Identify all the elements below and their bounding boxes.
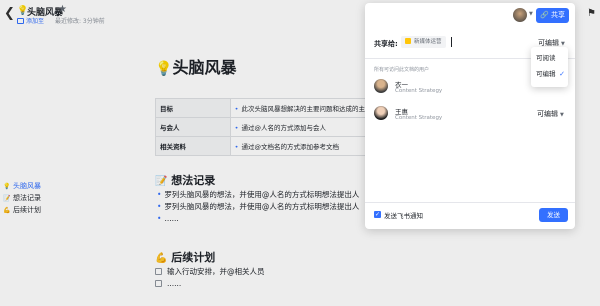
table-key[interactable]: 与会人 [155, 117, 231, 137]
lightbulb-icon: 💡 [155, 61, 173, 77]
avatar[interactable] [513, 8, 527, 22]
memo-icon: 📝 [155, 176, 168, 187]
bullet-icon: • [157, 214, 162, 223]
invitee-chip[interactable]: 新媒体运营 [401, 36, 446, 48]
bullet-icon: • [234, 143, 239, 151]
outline-item-brainstorm[interactable]: 💡 头脑风暴 [3, 180, 41, 192]
chevron-left-icon[interactable]: ❮ [4, 7, 15, 21]
list-item[interactable]: •...... [157, 213, 359, 225]
meta-table: 目标 • 此次头脑风暴想解决的主要问题和达成的主 与会人 • 通过@人名的方式添加与… [155, 98, 371, 156]
dropdown-option-edit[interactable]: 可编辑 ✓ [531, 66, 568, 82]
table-value[interactable]: • 通过@文档名的方式添加参考文档 [229, 136, 371, 156]
checkbox[interactable] [155, 280, 162, 287]
table-row: 相关资料 • 通过@文档名的方式添加参考文档 [155, 136, 371, 156]
bullet-icon: • [157, 190, 162, 199]
table-row: 与会人 • 通过@人名的方式添加与会人 [155, 117, 371, 137]
table-key[interactable]: 相关资料 [155, 136, 231, 156]
caret-down-icon[interactable]: ▼ [529, 11, 533, 17]
avatar [374, 79, 388, 93]
todo-item[interactable]: 输入行动安排，并@相关人员 [155, 266, 265, 278]
send-button[interactable]: 发送 [539, 208, 568, 222]
outline-item-ideas[interactable]: 📝 想法记录 [3, 192, 41, 204]
outline-item-label: 头脑风暴 [13, 182, 41, 190]
outline-item-label: 想法记录 [13, 194, 41, 202]
share-to-label: 共享给: [374, 40, 398, 48]
share-button[interactable]: 🔗 共享 [536, 8, 569, 23]
member-role: Content Strategy [395, 115, 443, 121]
bullet-icon: • [157, 202, 162, 211]
section-heading-ideas[interactable]: 📝 想法记录 [155, 172, 215, 188]
caret-down-icon: ▼ [560, 112, 564, 118]
avatar [374, 106, 388, 120]
section-heading-plan[interactable]: 💪 后续计划 [155, 249, 215, 265]
checkbox[interactable] [155, 268, 162, 275]
member-permission-select[interactable]: 可编辑 ▼ [537, 109, 564, 119]
outline-item-plan[interactable]: 💪 后续计划 [3, 204, 41, 216]
outline-item-label: 后续计划 [13, 206, 41, 214]
group-icon [405, 38, 411, 44]
muscle-icon: 💪 [3, 207, 11, 214]
todo-list: 输入行动安排，并@相关人员 ...... [155, 266, 265, 290]
member-role: Content Strategy [395, 88, 443, 94]
table-value[interactable]: • 通过@人名的方式添加与会人 [229, 117, 371, 137]
text-cursor [451, 37, 452, 47]
table-value[interactable]: • 此次头脑风暴想解决的主要问题和达成的主 [229, 98, 371, 118]
idea-list: • 罗列头脑风暴的想法，并使用@人名的方式标明想法提出人 • 罗列头脑风暴的想法，并… [157, 189, 359, 225]
muscle-icon: 💪 [155, 253, 168, 264]
notify-label: 发送飞书通知 [384, 212, 423, 220]
tag-icon [17, 18, 24, 24]
divider [365, 202, 575, 203]
link-icon: 🔗 [540, 11, 549, 19]
table-row: 目标 • 此次头脑风暴想解决的主要问题和达成的主 [155, 98, 371, 118]
add-to-link[interactable]: 添加至 [26, 16, 44, 25]
dropdown-option-read[interactable]: 可阅读 [531, 50, 568, 66]
share-panel: ▼ 🔗 共享 共享给: 新媒体运营 可编辑 ▼ 所有可访问此文档的用户 衣一 Co… [365, 3, 575, 229]
last-modified: 最近修改: 3分钟前 [55, 18, 105, 25]
star-icon[interactable]: ★ [58, 4, 67, 15]
bullet-icon: • [234, 124, 239, 132]
notify-checkbox[interactable]: ✓ [374, 211, 381, 218]
doc-outline: 💡 头脑风暴 📝 想法记录 💪 后续计划 [3, 180, 41, 216]
permission-dropdown: 可阅读 可编辑 ✓ [531, 47, 568, 87]
todo-item[interactable]: ...... [155, 278, 265, 290]
page-title[interactable]: 💡头脑风暴 [155, 54, 236, 78]
bullet-icon: • [234, 105, 239, 113]
trophy-icon[interactable]: ⚑ [587, 8, 596, 19]
table-key[interactable]: 目标 [155, 98, 231, 118]
check-icon: ✓ [559, 70, 565, 78]
list-item[interactable]: • 罗列头脑风暴的想法，并使用@人名的方式标明想法提出人 [157, 189, 359, 201]
list-item[interactable]: • 罗列头脑风暴的想法，并使用@人名的方式标明想法提出人 [157, 201, 359, 213]
section-label: 所有可访问此文档的用户 [374, 67, 430, 73]
